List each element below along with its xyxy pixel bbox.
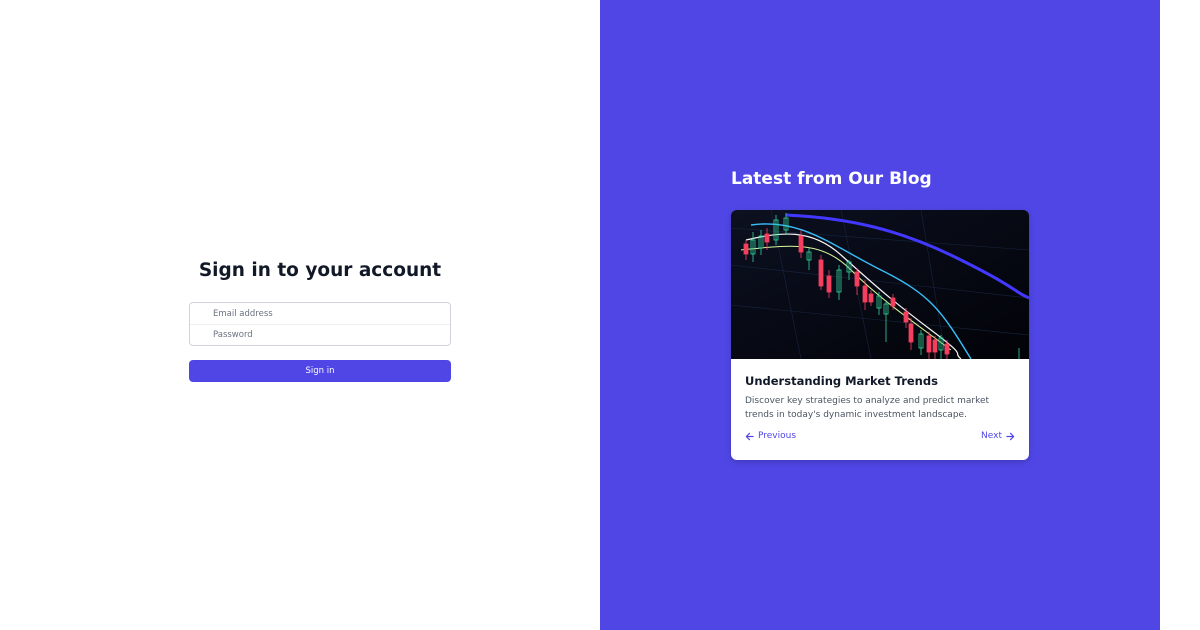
next-label: Next xyxy=(981,431,1002,441)
signin-fields-group xyxy=(189,302,451,346)
post-description: Discover key strategies to analyze and p… xyxy=(745,396,990,420)
page: Sign in to your account Sign in Latest f… xyxy=(0,0,1200,630)
password-field[interactable] xyxy=(190,324,450,345)
blog-heading: Latest from Our Blog xyxy=(731,169,932,189)
arrow-right-icon xyxy=(1006,432,1015,440)
signin-title: Sign in to your account xyxy=(198,260,442,281)
blog-card-body: Understanding Market Trends Discover key… xyxy=(731,359,1029,460)
candlestick-chart-image xyxy=(731,210,1029,359)
blog-panel: Latest from Our Blog Understanding Marke… xyxy=(600,0,1160,630)
signin-button[interactable]: Sign in xyxy=(189,360,451,382)
post-title: Understanding Market Trends xyxy=(745,374,938,388)
right-gutter xyxy=(1160,0,1200,630)
blog-card: Understanding Market Trends Discover key… xyxy=(731,210,1029,460)
signin-panel: Sign in to your account Sign in xyxy=(0,0,600,630)
previous-link[interactable]: Previous xyxy=(745,431,796,441)
next-link[interactable]: Next xyxy=(981,431,1015,441)
previous-label: Previous xyxy=(758,431,797,441)
arrow-left-icon xyxy=(745,432,754,440)
email-field[interactable] xyxy=(190,303,450,324)
